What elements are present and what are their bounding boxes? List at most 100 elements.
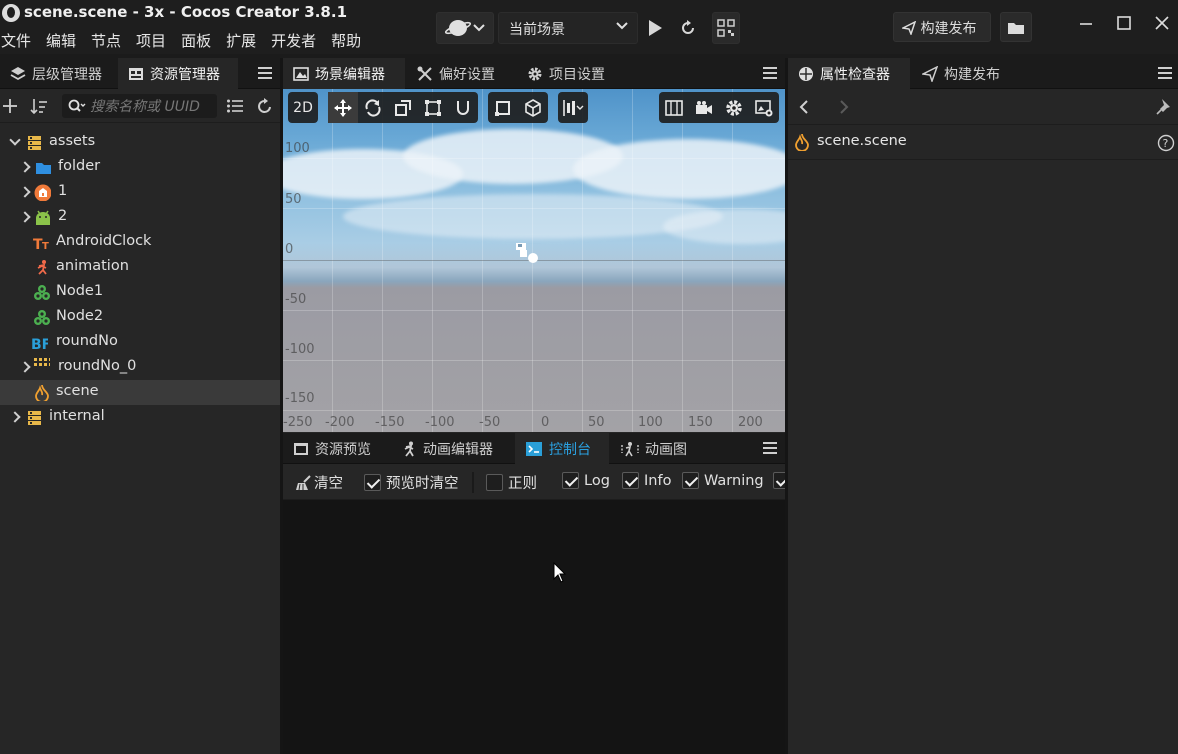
- camera-button[interactable]: [689, 92, 719, 123]
- tree-item-node2[interactable]: Node2: [0, 305, 280, 330]
- asset-search-input[interactable]: 搜索名称或 UUID: [62, 94, 217, 118]
- menu-panel[interactable]: 面板: [180, 28, 219, 54]
- scene-panel-menu-icon[interactable]: [761, 67, 779, 81]
- menu-developer[interactable]: 开发者: [270, 28, 324, 54]
- chevron-right-icon[interactable]: [20, 161, 30, 173]
- menu-file[interactable]: 文件: [0, 28, 39, 54]
- folder-icon: [1008, 22, 1024, 34]
- menu-help[interactable]: 帮助: [330, 28, 369, 54]
- help-icon[interactable]: ?: [1157, 134, 1175, 152]
- tab-assets-label: 资源管理器: [150, 66, 220, 83]
- tab-console[interactable]: 控制台: [515, 433, 609, 464]
- scene-viewport[interactable]: 100 50 0 -50 -100 -150 -250 -200 -150 -1…: [283, 89, 785, 432]
- rotate-tool-button[interactable]: [358, 92, 388, 123]
- open-folder-button[interactable]: [1000, 12, 1032, 42]
- tree-item-animation[interactable]: animation: [0, 255, 280, 280]
- refresh-button[interactable]: [674, 12, 702, 44]
- scale-tool-button[interactable]: [388, 92, 418, 123]
- chevron-down-icon: [615, 19, 629, 37]
- move-icon: [334, 98, 352, 117]
- 2d-toggle-button[interactable]: 2D: [288, 92, 318, 123]
- console-output[interactable]: [283, 500, 785, 754]
- x-axis-label: 100: [638, 415, 663, 430]
- play-button[interactable]: [641, 12, 669, 44]
- scene-select[interactable]: 当前场景: [498, 12, 638, 44]
- tree-item-scene[interactable]: scene: [0, 380, 280, 405]
- assets-panel: 层级管理器 资源管理器 搜索名称或 UUID assets folder 1 2…: [0, 58, 280, 754]
- console-panel-menu-icon[interactable]: [761, 442, 779, 456]
- tree-item-folder[interactable]: folder: [0, 155, 280, 180]
- menu-extension[interactable]: 扩展: [225, 28, 264, 54]
- move-tool-button[interactable]: [328, 92, 358, 123]
- checkbox-checked[interactable]: [622, 472, 639, 489]
- tree-item-label: roundNo_0: [58, 358, 137, 374]
- chevron-right-icon[interactable]: [20, 361, 30, 373]
- tab-preferences[interactable]: 偏好设置: [407, 58, 515, 89]
- minimize-button[interactable]: [1074, 14, 1098, 38]
- tree-item-node1[interactable]: Node1: [0, 280, 280, 305]
- build-publish-button[interactable]: 构建发布: [893, 12, 991, 42]
- log-checkbox[interactable]: Log: [562, 472, 610, 489]
- close-button[interactable]: [1150, 14, 1174, 38]
- camera-gizmo-icon[interactable]: [515, 242, 541, 266]
- info-checkbox[interactable]: Info: [622, 472, 671, 489]
- chevron-right-icon[interactable]: [10, 411, 20, 423]
- error-checkbox-partial[interactable]: [773, 472, 785, 489]
- tree-item-internal[interactable]: internal: [0, 405, 280, 430]
- chevron-down-icon[interactable]: [10, 136, 20, 148]
- scene-settings-button[interactable]: [719, 92, 749, 123]
- mouse-cursor-icon: [553, 562, 567, 583]
- warning-checkbox[interactable]: Warning: [682, 472, 764, 489]
- menu-project[interactable]: 项目: [135, 28, 174, 54]
- svg-text:T: T: [42, 241, 49, 251]
- checkbox-checked[interactable]: [682, 472, 699, 489]
- tree-item-roundno-0[interactable]: roundNo_0: [0, 355, 280, 380]
- regex-checkbox[interactable]: 正则: [486, 472, 537, 493]
- tree-item-2[interactable]: 2: [0, 205, 280, 230]
- chevron-right-icon[interactable]: [20, 186, 30, 198]
- tab-hierarchy[interactable]: 层级管理器: [0, 58, 118, 89]
- sort-icon[interactable]: [30, 98, 48, 114]
- platform-button[interactable]: [436, 12, 494, 44]
- image-settings-button[interactable]: [749, 92, 779, 123]
- refresh-icon[interactable]: [256, 97, 274, 115]
- scene-tabbar: 场景编辑器 偏好设置 项目设置: [283, 58, 785, 89]
- back-icon[interactable]: [798, 99, 810, 115]
- tab-build-publish[interactable]: 构建发布: [912, 58, 1016, 89]
- qrcode-button[interactable]: [712, 12, 740, 44]
- maximize-button[interactable]: [1112, 14, 1136, 38]
- chevron-right-icon[interactable]: [20, 211, 30, 223]
- checkbox-unchecked[interactable]: [486, 474, 503, 491]
- collapse-all-icon[interactable]: [226, 98, 244, 114]
- tree-item-androidclock[interactable]: TT AndroidClock: [0, 230, 280, 255]
- tab-assets[interactable]: 资源管理器: [118, 58, 238, 89]
- tree-item-roundno[interactable]: BF roundNo: [0, 330, 280, 355]
- forward-icon[interactable]: [838, 99, 850, 115]
- tab-animation-graph[interactable]: 动画图: [611, 433, 705, 464]
- tree-item-assets[interactable]: assets: [0, 130, 280, 155]
- clear-on-preview-checkbox[interactable]: 预览时清空: [364, 472, 459, 493]
- pivot-button[interactable]: [488, 92, 518, 123]
- checkbox-checked[interactable]: [773, 472, 785, 489]
- pin-icon[interactable]: [1156, 98, 1172, 116]
- tree-item-1[interactable]: 1: [0, 180, 280, 205]
- tab-animation-editor[interactable]: 动画编辑器: [391, 433, 511, 464]
- tab-inspector[interactable]: 属性检查器: [788, 58, 910, 89]
- add-icon[interactable]: [2, 98, 18, 114]
- tab-scene-editor[interactable]: 场景编辑器: [283, 58, 405, 89]
- align-button[interactable]: [558, 92, 588, 123]
- tab-asset-preview[interactable]: 资源预览: [283, 433, 387, 464]
- checkbox-checked[interactable]: [364, 474, 381, 491]
- tab-project-settings[interactable]: 项目设置: [517, 58, 625, 89]
- globe-icon: [444, 20, 485, 36]
- inspector-menu-icon[interactable]: [1156, 67, 1174, 81]
- local-global-button[interactable]: [518, 92, 548, 123]
- checkbox-checked[interactable]: [562, 472, 579, 489]
- menu-node[interactable]: 节点: [90, 28, 129, 54]
- rect-tool-button[interactable]: [418, 92, 448, 123]
- clear-button[interactable]: 清空: [295, 472, 343, 493]
- snap-tool-button[interactable]: [448, 92, 478, 123]
- menu-edit[interactable]: 编辑: [45, 28, 84, 54]
- left-panel-menu-icon[interactable]: [256, 67, 274, 81]
- ui-layout-button[interactable]: [659, 92, 689, 123]
